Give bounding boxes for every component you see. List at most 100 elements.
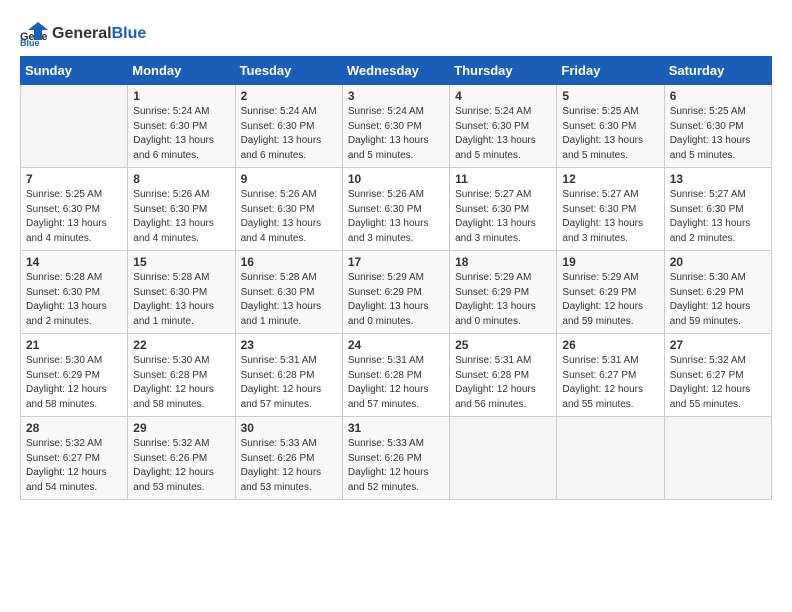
calendar-cell: 24 Sunrise: 5:31 AMSunset: 6:28 PMDayligh… — [342, 334, 449, 417]
day-info: Sunrise: 5:28 AMSunset: 6:30 PMDaylight:… — [26, 271, 122, 329]
day-number: 25 — [455, 338, 551, 352]
day-info: Sunrise: 5:31 AMSunset: 6:28 PMDaylight:… — [348, 354, 444, 412]
day-number: 28 — [26, 421, 122, 435]
day-info: Sunrise: 5:24 AMSunset: 6:30 PMDaylight:… — [241, 105, 337, 163]
calendar-cell: 26 Sunrise: 5:31 AMSunset: 6:27 PMDayligh… — [557, 334, 664, 417]
calendar-cell: 4 Sunrise: 5:24 AMSunset: 6:30 PMDaylight… — [450, 85, 557, 168]
calendar-cell: 1 Sunrise: 5:24 AMSunset: 6:30 PMDaylight… — [128, 85, 235, 168]
calendar-cell: 27 Sunrise: 5:32 AMSunset: 6:27 PMDayligh… — [664, 334, 771, 417]
day-number: 22 — [133, 338, 229, 352]
calendar-week-4: 21 Sunrise: 5:30 AMSunset: 6:29 PMDayligh… — [21, 334, 772, 417]
day-number: 27 — [670, 338, 766, 352]
day-info: Sunrise: 5:31 AMSunset: 6:28 PMDaylight:… — [455, 354, 551, 412]
calendar-cell: 11Sunrise: 5:27 AMSunset: 6:30 PMDayligh… — [450, 168, 557, 251]
day-number: 11 — [455, 172, 551, 186]
day-number: 14 — [26, 255, 122, 269]
day-number: 29 — [133, 421, 229, 435]
day-number: 19 — [562, 255, 658, 269]
calendar-cell: 8 Sunrise: 5:26 AMSunset: 6:30 PMDaylight… — [128, 168, 235, 251]
day-number: 24 — [348, 338, 444, 352]
day-number: 26 — [562, 338, 658, 352]
header-day-saturday: Saturday — [664, 57, 771, 85]
day-number: 10 — [348, 172, 444, 186]
day-number: 12 — [562, 172, 658, 186]
header-day-thursday: Thursday — [450, 57, 557, 85]
calendar-header-row: SundayMondayTuesdayWednesdayThursdayFrid… — [21, 57, 772, 85]
day-info: Sunrise: 5:26 AMSunset: 6:30 PMDaylight:… — [133, 188, 229, 246]
calendar-cell: 31Sunrise: 5:33 AMSunset: 6:26 PMDayligh… — [342, 417, 449, 500]
logo-blue: Blue — [112, 25, 147, 43]
day-info: Sunrise: 5:31 AMSunset: 6:28 PMDaylight:… — [241, 354, 337, 412]
day-number: 6 — [670, 89, 766, 103]
calendar-cell: 6 Sunrise: 5:25 AMSunset: 6:30 PMDaylight… — [664, 85, 771, 168]
calendar-cell — [557, 417, 664, 500]
day-number: 15 — [133, 255, 229, 269]
day-info: Sunrise: 5:25 AMSunset: 6:30 PMDaylight:… — [562, 105, 658, 163]
calendar-week-1: 1 Sunrise: 5:24 AMSunset: 6:30 PMDaylight… — [21, 85, 772, 168]
header-day-friday: Friday — [557, 57, 664, 85]
day-number: 13 — [670, 172, 766, 186]
day-info: Sunrise: 5:28 AMSunset: 6:30 PMDaylight:… — [241, 271, 337, 329]
day-number: 18 — [455, 255, 551, 269]
day-number: 17 — [348, 255, 444, 269]
day-number: 8 — [133, 172, 229, 186]
day-info: Sunrise: 5:27 AMSunset: 6:30 PMDaylight:… — [670, 188, 766, 246]
day-number: 30 — [241, 421, 337, 435]
day-info: Sunrise: 5:25 AMSunset: 6:30 PMDaylight:… — [26, 188, 122, 246]
calendar-cell: 28 Sunrise: 5:32 AMSunset: 6:27 PMDayligh… — [21, 417, 128, 500]
day-number: 21 — [26, 338, 122, 352]
day-info: Sunrise: 5:25 AMSunset: 6:30 PMDaylight:… — [670, 105, 766, 163]
calendar-cell: 12Sunrise: 5:27 AMSunset: 6:30 PMDayligh… — [557, 168, 664, 251]
calendar-cell: 19 Sunrise: 5:29 AMSunset: 6:29 PMDayligh… — [557, 251, 664, 334]
day-info: Sunrise: 5:32 AMSunset: 6:27 PMDaylight:… — [26, 437, 122, 495]
day-info: Sunrise: 5:30 AMSunset: 6:28 PMDaylight:… — [133, 354, 229, 412]
day-number: 3 — [348, 89, 444, 103]
calendar-cell: 16Sunrise: 5:28 AMSunset: 6:30 PMDayligh… — [235, 251, 342, 334]
day-info: Sunrise: 5:30 AMSunset: 6:29 PMDaylight:… — [670, 271, 766, 329]
day-info: Sunrise: 5:30 AMSunset: 6:29 PMDaylight:… — [26, 354, 122, 412]
calendar-cell: 9 Sunrise: 5:26 AMSunset: 6:30 PMDaylight… — [235, 168, 342, 251]
day-number: 4 — [455, 89, 551, 103]
calendar-cell: 15Sunrise: 5:28 AMSunset: 6:30 PMDayligh… — [128, 251, 235, 334]
logo-icon: General Blue — [20, 20, 48, 48]
day-number: 2 — [241, 89, 337, 103]
day-info: Sunrise: 5:32 AMSunset: 6:26 PMDaylight:… — [133, 437, 229, 495]
day-info: Sunrise: 5:29 AMSunset: 6:29 PMDaylight:… — [455, 271, 551, 329]
day-number: 9 — [241, 172, 337, 186]
calendar-cell: 13 Sunrise: 5:27 AMSunset: 6:30 PMDayligh… — [664, 168, 771, 251]
header-day-monday: Monday — [128, 57, 235, 85]
calendar-table: SundayMondayTuesdayWednesdayThursdayFrid… — [20, 56, 772, 500]
calendar-cell: 18 Sunrise: 5:29 AMSunset: 6:29 PMDayligh… — [450, 251, 557, 334]
day-info: Sunrise: 5:31 AMSunset: 6:27 PMDaylight:… — [562, 354, 658, 412]
calendar-cell: 17Sunrise: 5:29 AMSunset: 6:29 PMDayligh… — [342, 251, 449, 334]
calendar-week-2: 7Sunrise: 5:25 AMSunset: 6:30 PMDaylight… — [21, 168, 772, 251]
logo-general: General — [52, 25, 112, 43]
day-info: Sunrise: 5:26 AMSunset: 6:30 PMDaylight:… — [348, 188, 444, 246]
day-number: 20 — [670, 255, 766, 269]
calendar-cell: 25 Sunrise: 5:31 AMSunset: 6:28 PMDayligh… — [450, 334, 557, 417]
logo: General Blue General Blue — [20, 20, 146, 48]
calendar-cell: 10 Sunrise: 5:26 AMSunset: 6:30 PMDayligh… — [342, 168, 449, 251]
calendar-cell — [664, 417, 771, 500]
day-number: 5 — [562, 89, 658, 103]
calendar-cell: 2 Sunrise: 5:24 AMSunset: 6:30 PMDaylight… — [235, 85, 342, 168]
day-info: Sunrise: 5:24 AMSunset: 6:30 PMDaylight:… — [455, 105, 551, 163]
calendar-cell — [21, 85, 128, 168]
calendar-cell: 14 Sunrise: 5:28 AMSunset: 6:30 PMDayligh… — [21, 251, 128, 334]
day-info: Sunrise: 5:32 AMSunset: 6:27 PMDaylight:… — [670, 354, 766, 412]
calendar-cell: 22 Sunrise: 5:30 AMSunset: 6:28 PMDayligh… — [128, 334, 235, 417]
day-number: 1 — [133, 89, 229, 103]
calendar-cell: 21 Sunrise: 5:30 AMSunset: 6:29 PMDayligh… — [21, 334, 128, 417]
day-info: Sunrise: 5:29 AMSunset: 6:29 PMDaylight:… — [562, 271, 658, 329]
calendar-week-3: 14 Sunrise: 5:28 AMSunset: 6:30 PMDayligh… — [21, 251, 772, 334]
calendar-cell: 29 Sunrise: 5:32 AMSunset: 6:26 PMDayligh… — [128, 417, 235, 500]
calendar-cell: 3Sunrise: 5:24 AMSunset: 6:30 PMDaylight… — [342, 85, 449, 168]
calendar-cell: 7Sunrise: 5:25 AMSunset: 6:30 PMDaylight… — [21, 168, 128, 251]
calendar-week-5: 28 Sunrise: 5:32 AMSunset: 6:27 PMDayligh… — [21, 417, 772, 500]
day-info: Sunrise: 5:33 AMSunset: 6:26 PMDaylight:… — [241, 437, 337, 495]
calendar-cell: 30 Sunrise: 5:33 AMSunset: 6:26 PMDayligh… — [235, 417, 342, 500]
day-info: Sunrise: 5:33 AMSunset: 6:26 PMDaylight:… — [348, 437, 444, 495]
day-number: 23 — [241, 338, 337, 352]
day-info: Sunrise: 5:24 AMSunset: 6:30 PMDaylight:… — [133, 105, 229, 163]
day-info: Sunrise: 5:26 AMSunset: 6:30 PMDaylight:… — [241, 188, 337, 246]
